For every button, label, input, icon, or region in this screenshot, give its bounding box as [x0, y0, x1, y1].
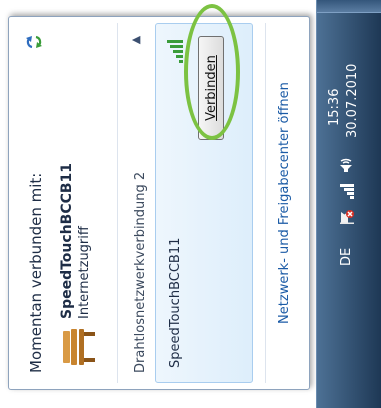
- clock-date[interactable]: 30.07.2010: [345, 64, 360, 138]
- show-desktop-button[interactable]: [317, 0, 381, 13]
- chevron-up-icon[interactable]: ▲: [129, 33, 143, 47]
- divider: [265, 23, 266, 383]
- highlight-ring: [184, 4, 240, 140]
- network-tray-icon[interactable]: [337, 182, 355, 200]
- connection-status: Internetzugriff: [77, 226, 92, 319]
- divider: [117, 23, 118, 383]
- volume-icon[interactable]: [337, 156, 355, 174]
- clock-time[interactable]: 15:36: [327, 89, 342, 126]
- connected-to-label: Momentan verbunden mit:: [27, 172, 45, 373]
- network-name: SpeedTouchBCCB11: [168, 237, 183, 368]
- wireless-group-header[interactable]: Drahtlosnetzwerkverbindung 2: [133, 73, 148, 373]
- taskbar: DE 15:36 30.07.2010: [316, 0, 381, 408]
- refresh-icon[interactable]: [23, 31, 45, 53]
- network-center-link[interactable]: Netzwerk- und Freigabecenter öffnen: [277, 17, 292, 389]
- bench-network-icon: [57, 327, 97, 367]
- action-center-flag-icon[interactable]: [339, 208, 355, 226]
- language-indicator[interactable]: DE: [339, 248, 354, 266]
- network-popup: Momentan verbunden mit: SpeedTouchBCCB11…: [8, 16, 310, 390]
- signal-bars-icon: [166, 40, 184, 64]
- rotated-screenshot: Momentan verbunden mit: SpeedTouchBCCB11…: [0, 0, 381, 408]
- connected-network-name: SpeedTouchBCCB11: [59, 162, 75, 319]
